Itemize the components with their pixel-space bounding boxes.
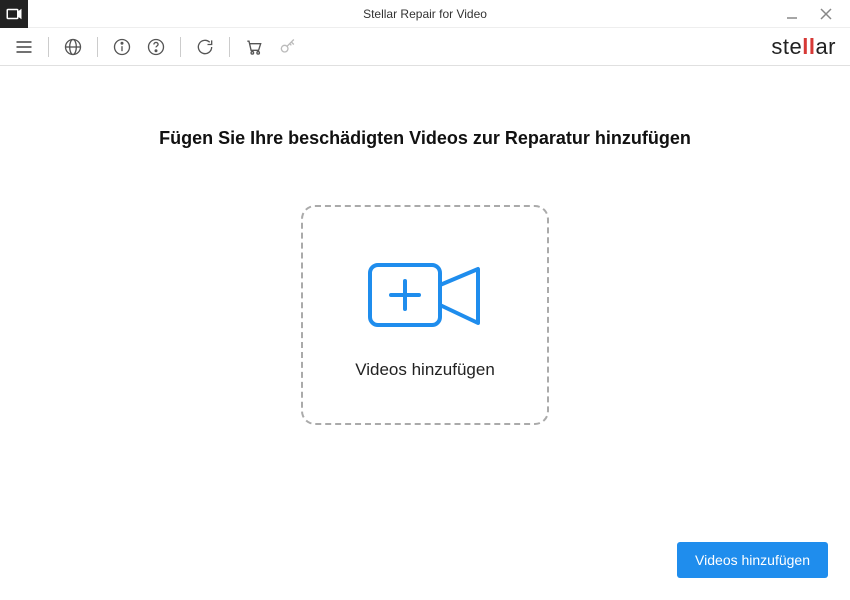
add-videos-button[interactable]: Videos hinzufügen [677, 542, 828, 578]
refresh-icon[interactable] [195, 37, 215, 57]
cart-icon[interactable] [244, 37, 264, 57]
globe-icon[interactable] [63, 37, 83, 57]
window-title: Stellar Repair for Video [363, 7, 487, 21]
main-content: Fügen Sie Ihre beschädigten Videos zur R… [0, 66, 850, 600]
toolbar: stellar [0, 28, 850, 66]
close-button[interactable] [818, 8, 834, 20]
video-camera-plus-icon [360, 251, 490, 346]
toolbar-divider [180, 37, 181, 57]
app-icon [0, 0, 28, 28]
dropzone-label: Videos hinzufügen [355, 360, 495, 380]
minimize-button[interactable] [784, 8, 800, 20]
key-icon[interactable] [278, 37, 298, 57]
info-icon[interactable] [112, 37, 132, 57]
toolbar-divider [48, 37, 49, 57]
window-controls [784, 8, 850, 20]
titlebar: Stellar Repair for Video [0, 0, 850, 28]
page-headline: Fügen Sie Ihre beschädigten Videos zur R… [159, 128, 691, 149]
menu-icon[interactable] [14, 37, 34, 57]
toolbar-left [14, 37, 298, 57]
add-videos-dropzone[interactable]: Videos hinzufügen [301, 205, 549, 425]
toolbar-divider [229, 37, 230, 57]
brand-logo: stellar [771, 34, 836, 60]
toolbar-divider [97, 37, 98, 57]
help-icon[interactable] [146, 37, 166, 57]
